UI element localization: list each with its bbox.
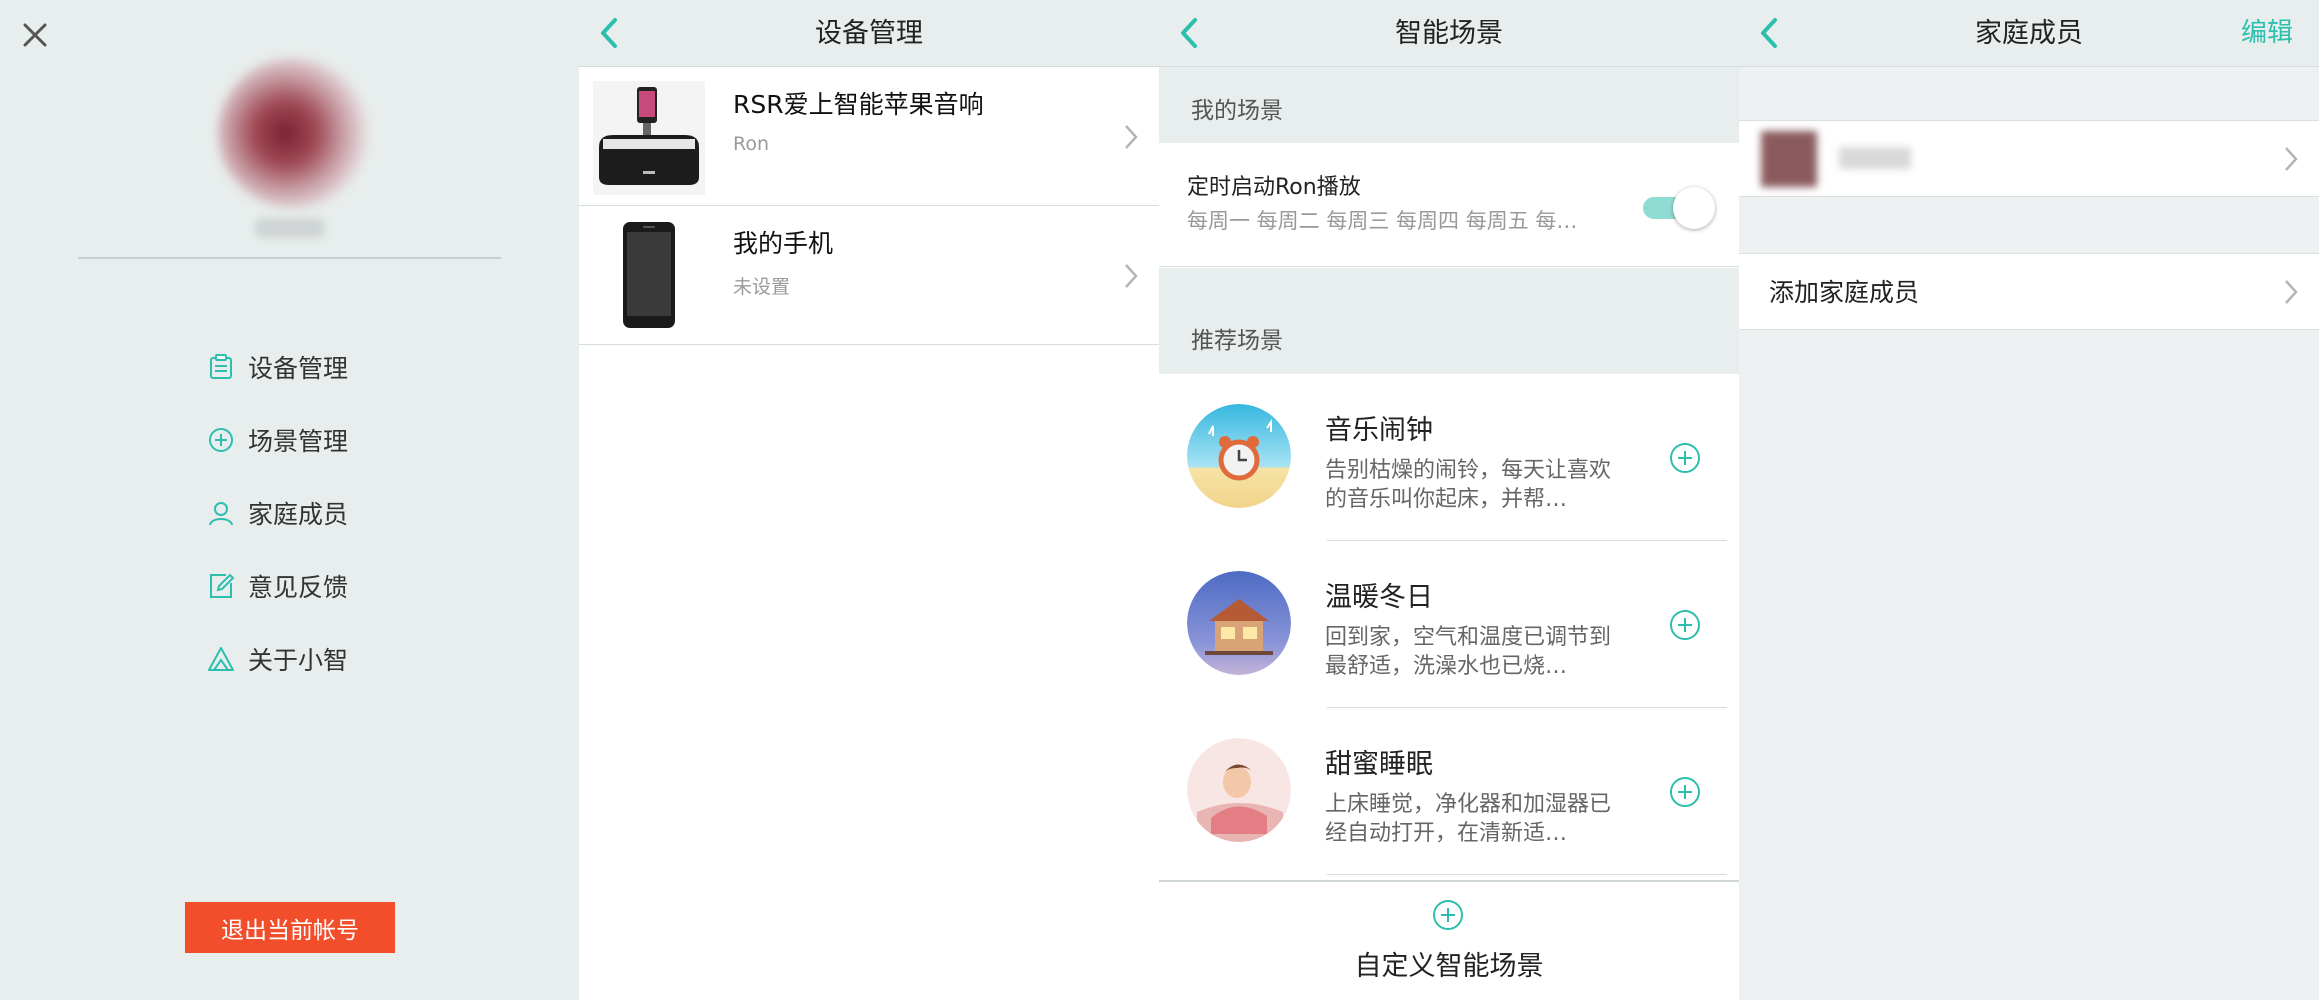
avatar[interactable]: [218, 58, 368, 208]
add-circle-icon: [1433, 900, 1463, 930]
scene-title: 定时启动Ron播放: [1187, 175, 1361, 200]
menu-item-feedback[interactable]: 意见反馈: [206, 549, 348, 622]
edit-button[interactable]: 编辑: [2241, 0, 2293, 67]
member-name-blurred: [1839, 147, 1911, 169]
section-header-my-scenes: 我的场景: [1159, 67, 1739, 143]
add-family-member-label: 添加家庭成员: [1769, 278, 1920, 307]
navbar: 设备管理: [579, 0, 1159, 67]
user-icon: [209, 501, 233, 525]
menu-item-scene-management[interactable]: 场景管理: [206, 403, 348, 476]
sleeping-person-icon: [1187, 738, 1291, 842]
add-circle-icon[interactable]: [1668, 441, 1702, 475]
add-family-member-row[interactable]: 添加家庭成员: [1739, 253, 2319, 330]
scene-title: 温暖冬日: [1325, 582, 1433, 613]
add-circle-icon[interactable]: [1668, 775, 1702, 809]
recommended-scene-item[interactable]: 温暖冬日 回到家，空气和温度已调节到最舒适，洗澡水也已烧…: [1159, 541, 1739, 708]
navbar: 智能场景: [1159, 0, 1739, 67]
menu-item-device-management[interactable]: 设备管理: [206, 330, 348, 403]
smart-scenes-panel: 智能场景 我的场景 定时启动Ron播放 每周一 每周二 每周三 每周四 每周五 …: [1159, 0, 1739, 1000]
clipboard-icon: [210, 353, 232, 379]
scene-schedule: 每周一 每周二 每周三 每周四 每周五 每…: [1187, 209, 1578, 233]
user-name-blurred: [255, 218, 325, 238]
close-icon[interactable]: [18, 18, 52, 52]
menu-item-family-members[interactable]: 家庭成员: [206, 476, 348, 549]
scene-description: 告别枯燥的闹铃，每天让喜欢的音乐叫你起床，并帮…: [1325, 458, 1612, 512]
page-title: 智能场景: [1395, 18, 1503, 49]
chevron-right-icon: [2285, 147, 2298, 171]
device-row-speaker[interactable]: RSR爱上智能苹果音响 Ron: [579, 67, 1159, 206]
device-name: RSR爱上智能苹果音响: [733, 90, 984, 119]
chevron-right-icon: [1125, 125, 1138, 149]
recommended-scene-item[interactable]: 甜蜜睡眠 上床睡觉，净化器和加湿器已经自动打开，在清新适…: [1159, 708, 1739, 875]
menu-item-label: 关于小智: [248, 645, 349, 675]
menu-item-label: 场景管理: [248, 426, 349, 456]
scene-toggle[interactable]: [1643, 187, 1715, 229]
page-title: 家庭成员: [1975, 18, 2083, 49]
menu-item-label: 家庭成员: [248, 499, 349, 529]
side-menu-panel: 设备管理 场景管理 家庭成员 意见反馈 关于小智 退出当前帐号: [0, 0, 579, 1000]
scene-title: 音乐闹钟: [1325, 415, 1433, 446]
triangle-logo-icon: [208, 646, 234, 671]
family-member-row[interactable]: [1739, 120, 2319, 197]
family-members-panel: 家庭成员 编辑 添加家庭成员: [1739, 0, 2319, 1000]
device-subtitle: 未设置: [733, 276, 791, 298]
phone-image: [623, 222, 675, 328]
scene-description: 上床睡觉，净化器和加湿器已经自动打开，在清新适…: [1325, 792, 1612, 846]
edit-icon: [210, 573, 235, 598]
custom-scene-label: 自定义智能场景: [1354, 951, 1544, 982]
scene-description: 回到家，空气和温度已调节到最舒适，洗澡水也已烧…: [1325, 625, 1612, 679]
menu-item-label: 设备管理: [248, 353, 349, 383]
logout-button[interactable]: 退出当前帐号: [185, 902, 395, 953]
recommended-scene-item[interactable]: 音乐闹钟 告别枯燥的闹铃，每天让喜欢的音乐叫你起床，并帮…: [1159, 374, 1739, 541]
device-management-panel: 设备管理 RSR爱上智能苹果音响 Ron 我的手机 未设置: [579, 0, 1159, 1000]
plus-circle-icon: [209, 427, 233, 452]
scene-title: 甜蜜睡眠: [1325, 749, 1433, 780]
page-title: 设备管理: [815, 18, 923, 49]
navbar: 家庭成员 编辑: [1739, 0, 2319, 67]
divider: [1327, 874, 1727, 875]
side-menu-list: 设备管理 场景管理 家庭成员 意见反馈 关于小智: [206, 330, 348, 695]
chevron-right-icon: [1125, 264, 1138, 288]
alarm-clock-icon: [1187, 404, 1291, 508]
section-header-recommended: 推荐场景: [1159, 268, 1739, 374]
device-row-phone[interactable]: 我的手机 未设置: [579, 206, 1159, 345]
menu-item-about[interactable]: 关于小智: [206, 622, 348, 695]
device-subtitle: Ron: [733, 133, 770, 155]
add-circle-icon[interactable]: [1668, 608, 1702, 642]
divider: [78, 257, 501, 259]
custom-scene-button[interactable]: 自定义智能场景: [1159, 880, 1739, 1000]
member-avatar-blurred: [1761, 131, 1817, 187]
menu-item-label: 意见反馈: [248, 572, 349, 602]
speaker-image: [593, 81, 705, 195]
my-scene-row[interactable]: 定时启动Ron播放 每周一 每周二 每周三 每周四 每周五 每…: [1159, 143, 1739, 267]
chevron-right-icon: [2285, 280, 2298, 304]
toggle-knob: [1673, 187, 1715, 229]
device-name: 我的手机: [733, 229, 834, 258]
warm-house-icon: [1187, 571, 1291, 675]
